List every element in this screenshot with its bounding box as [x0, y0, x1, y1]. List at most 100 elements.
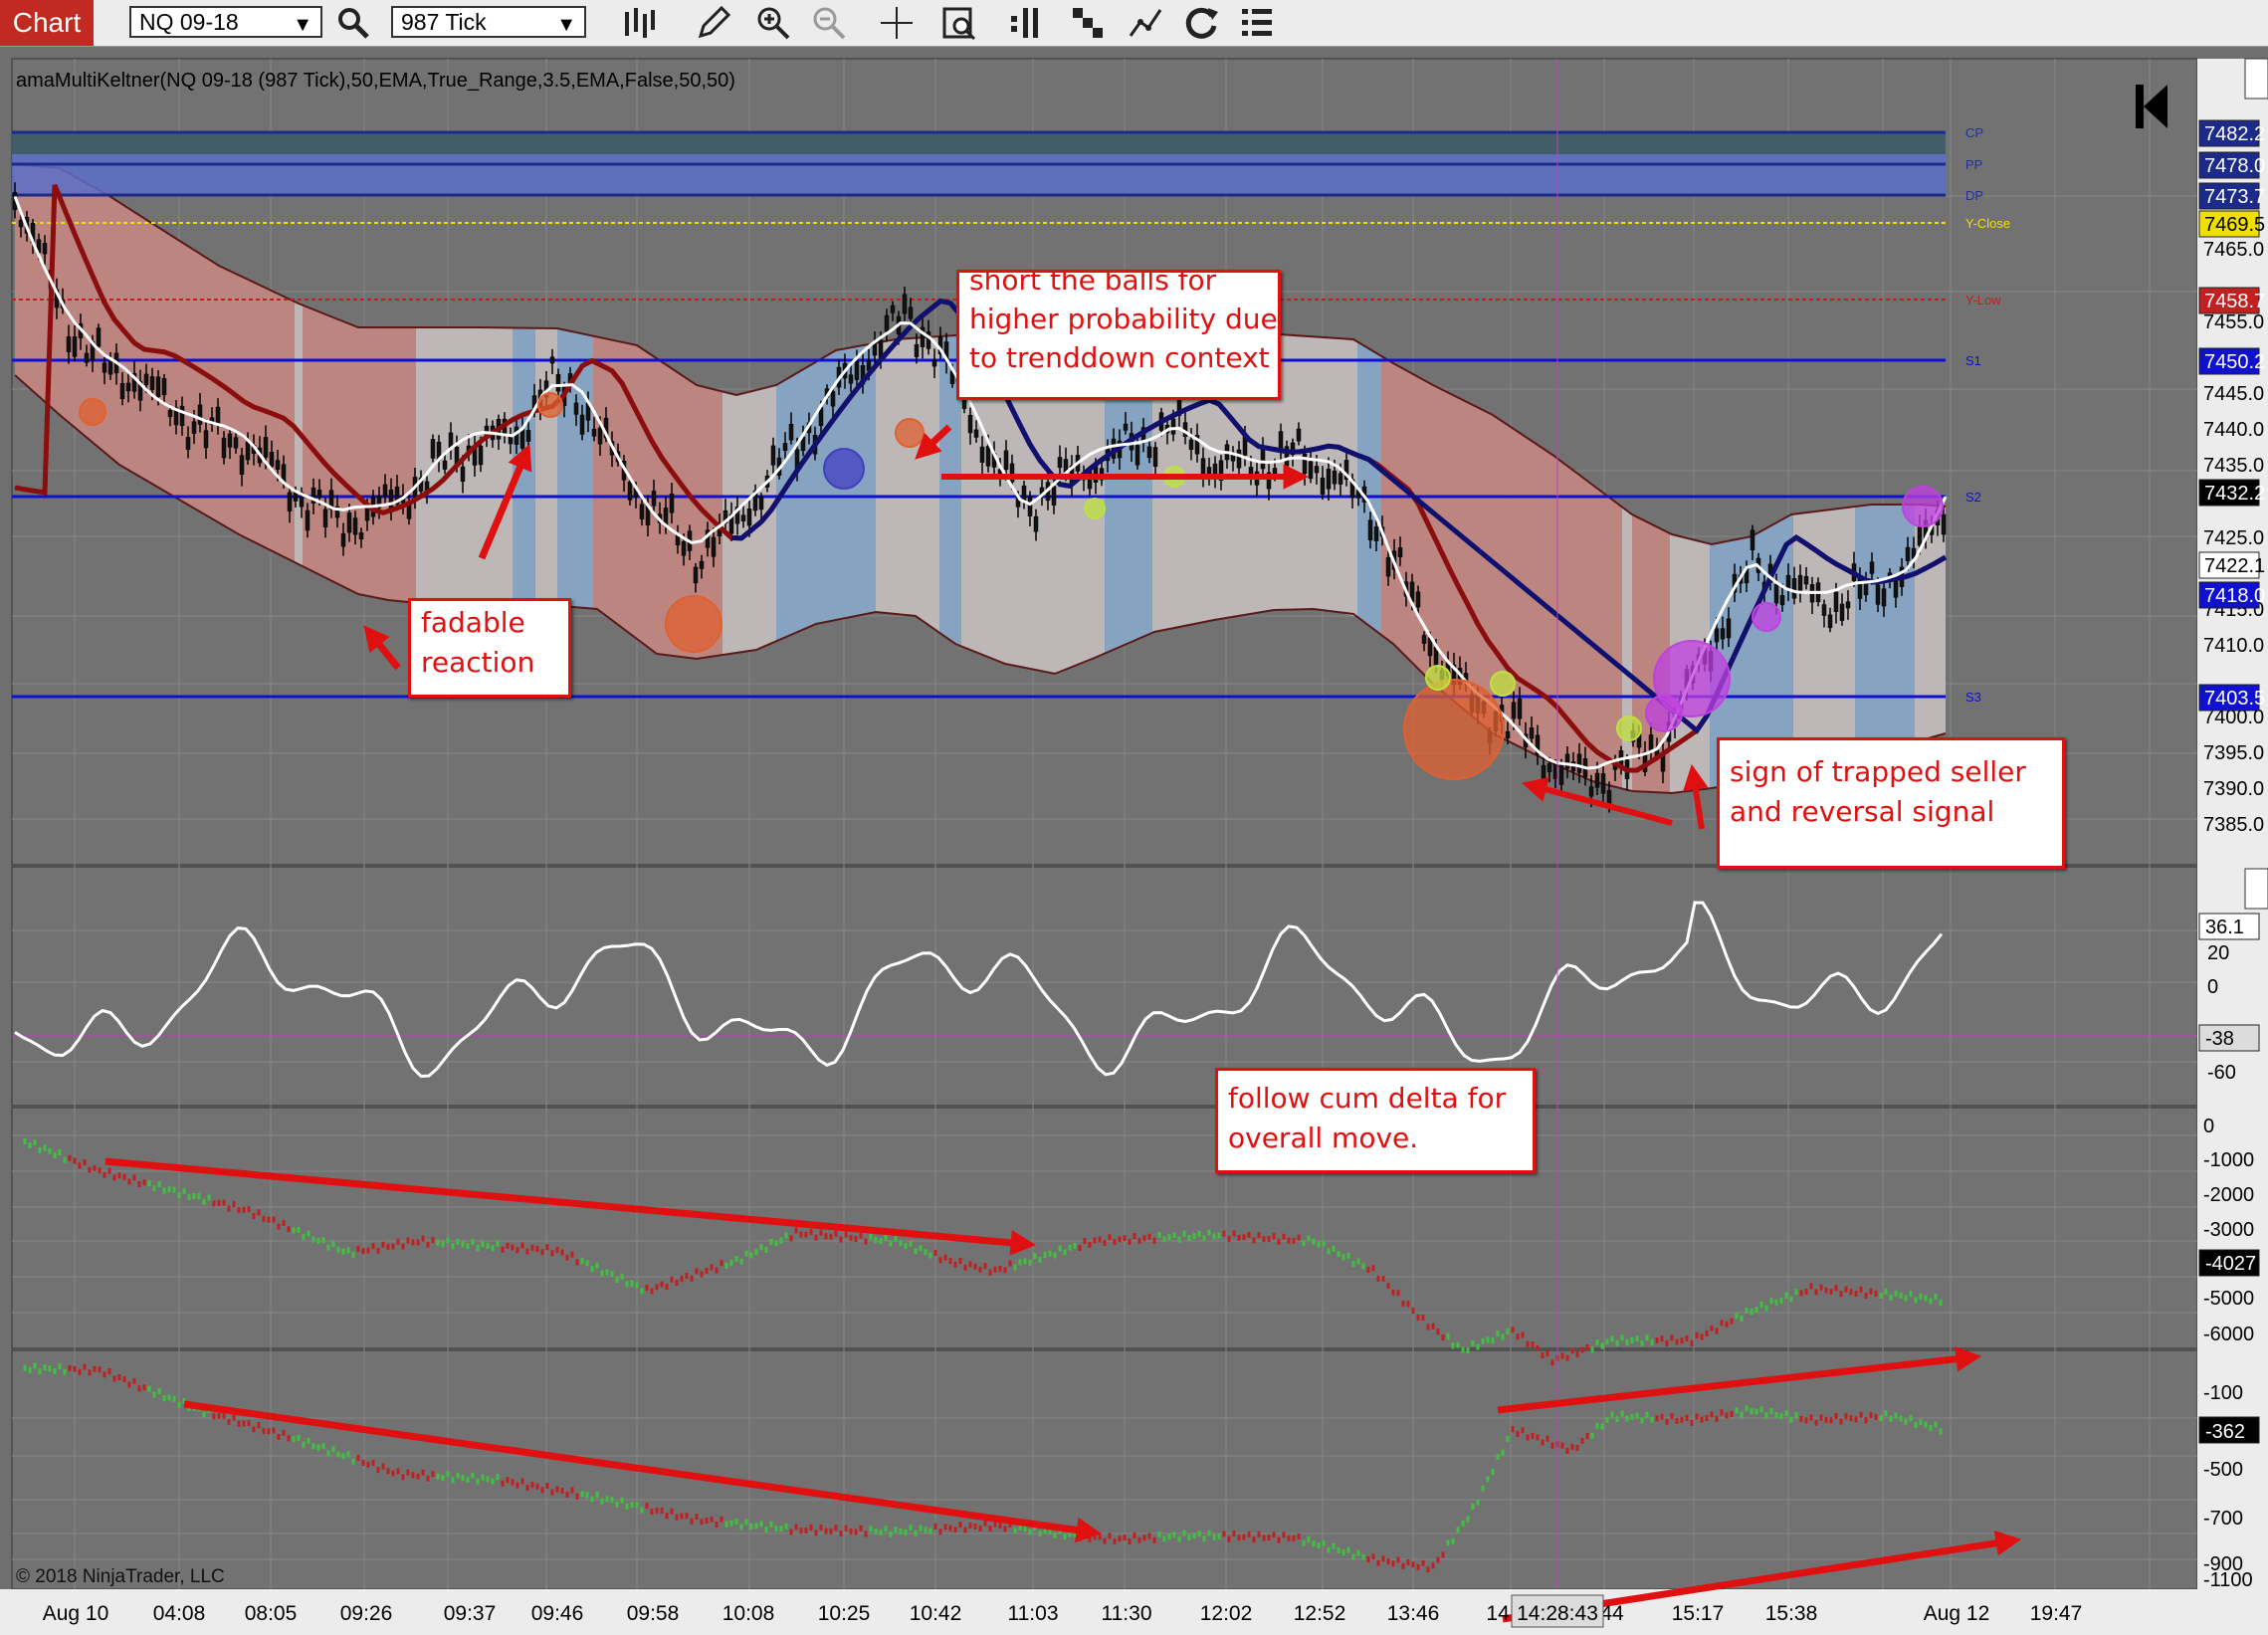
- time-tick: Aug 10: [43, 1602, 109, 1625]
- delta-bar: [1421, 1315, 1425, 1322]
- delta-bar: [983, 1520, 987, 1527]
- delta-bar: [1550, 1442, 1554, 1449]
- delta-bar: [98, 1167, 102, 1174]
- draw-pencil-icon[interactable]: [695, 4, 732, 42]
- candle-body: [1385, 557, 1391, 577]
- delta-bar: [1516, 1431, 1520, 1438]
- candle-body: [191, 421, 197, 434]
- candle-body: [1785, 574, 1791, 590]
- chart-tab[interactable]: Chart: [0, 0, 94, 46]
- delta-bar: [1436, 1328, 1440, 1335]
- delta-bar: [630, 1280, 634, 1287]
- candle-body: [1505, 730, 1511, 739]
- delta-bar: [466, 1476, 470, 1483]
- delta-bar: [938, 1257, 942, 1264]
- interval-selector[interactable]: 987 Tick ▼: [391, 6, 586, 38]
- candle-body: [305, 510, 310, 531]
- price-tick: 7395.0: [2203, 742, 2264, 764]
- time-tick: 09:26: [340, 1602, 393, 1625]
- delta-bar: [1774, 1412, 1778, 1419]
- delta-bar: [461, 1241, 465, 1248]
- delta-bar: [471, 1472, 475, 1479]
- delta-bar: [172, 1395, 176, 1402]
- delta-bar: [247, 1206, 251, 1213]
- delta-bar: [441, 1475, 445, 1482]
- delta-bar: [371, 1459, 375, 1466]
- delta-bar: [724, 1521, 728, 1528]
- delta-bar: [720, 1516, 723, 1523]
- delta-bar: [43, 1364, 47, 1371]
- delta-bar: [1650, 1416, 1654, 1423]
- delta-bar: [1759, 1406, 1763, 1413]
- delta-bar: [1884, 1288, 1888, 1295]
- indicators-icon[interactable]: [1069, 4, 1107, 42]
- delta-bar: [1521, 1331, 1525, 1338]
- candle-body: [1517, 699, 1523, 719]
- delta-bar: [1894, 1290, 1898, 1297]
- delta-bar: [58, 1362, 62, 1369]
- delta-bar: [1416, 1563, 1420, 1570]
- delta-bar: [1859, 1286, 1863, 1293]
- delta-bar: [103, 1371, 106, 1378]
- delta-bar: [307, 1230, 310, 1237]
- crosshair-icon[interactable]: [878, 4, 916, 42]
- delta-bar: [515, 1482, 519, 1489]
- delta-bar: [1237, 1234, 1241, 1241]
- delta-bar: [1003, 1267, 1007, 1274]
- delta-bar: [585, 1260, 589, 1267]
- delta-bar: [232, 1414, 236, 1421]
- delta-bar: [73, 1157, 77, 1164]
- delta-bar: [1312, 1238, 1316, 1245]
- candle-body: [931, 359, 937, 367]
- zoom-out-icon[interactable]: [810, 4, 848, 42]
- bar-type-icon[interactable]: [619, 4, 657, 42]
- delta-bar: [28, 1367, 32, 1374]
- delta-bar: [1764, 1412, 1768, 1419]
- chart-trader-icon[interactable]: [1127, 4, 1164, 42]
- delta-bar: [784, 1523, 788, 1530]
- volume-bubble: [1425, 665, 1451, 691]
- delta-bar: [1585, 1432, 1589, 1439]
- delta-bar: [705, 1267, 709, 1274]
- delta-bar: [1137, 1536, 1141, 1543]
- delta-bar: [1267, 1534, 1271, 1541]
- properties-icon[interactable]: [1238, 4, 1276, 42]
- delta-bar: [202, 1198, 206, 1205]
- candle-body: [1511, 702, 1517, 719]
- delta-bar: [655, 1284, 659, 1291]
- strategies-icon[interactable]: [1007, 4, 1045, 42]
- delta-bar: [1710, 1325, 1714, 1331]
- zoom-in-icon[interactable]: [754, 4, 792, 42]
- candle-body: [627, 481, 633, 501]
- delta-bar: [227, 1205, 231, 1212]
- delta-bar: [1277, 1238, 1281, 1245]
- instrument-selector[interactable]: NQ 09-18 ▼: [129, 6, 322, 38]
- delta-bar: [1401, 1300, 1405, 1307]
- candle-body: [1594, 772, 1600, 788]
- delta-bar: [1262, 1534, 1266, 1541]
- delta-bar: [222, 1199, 226, 1206]
- delta-bar: [142, 1179, 146, 1186]
- delta-bar: [137, 1385, 141, 1392]
- delta-bar: [1312, 1540, 1316, 1547]
- delta-bar: [1197, 1230, 1201, 1237]
- delta-bar: [401, 1243, 405, 1250]
- delta-bar: [1341, 1549, 1345, 1556]
- delta-bar: [391, 1243, 395, 1250]
- search-icon[interactable]: [334, 4, 372, 42]
- osc-tick: 20: [2207, 942, 2229, 964]
- delta-bar: [1829, 1417, 1833, 1424]
- delta-bar: [829, 1233, 833, 1240]
- volume-bubble: [1645, 695, 1683, 732]
- delta-bar: [262, 1215, 266, 1222]
- refresh-icon[interactable]: [1182, 4, 1220, 42]
- delta-bar: [1854, 1416, 1858, 1423]
- delta-bar: [1844, 1286, 1848, 1293]
- delta-bar: [575, 1259, 579, 1266]
- delta-bar: [715, 1267, 719, 1274]
- delta-bar: [28, 1141, 32, 1148]
- data-box-icon[interactable]: [939, 4, 977, 42]
- delta-bar: [1929, 1298, 1933, 1305]
- delta-bar: [884, 1234, 888, 1241]
- delta-bar: [943, 1524, 947, 1531]
